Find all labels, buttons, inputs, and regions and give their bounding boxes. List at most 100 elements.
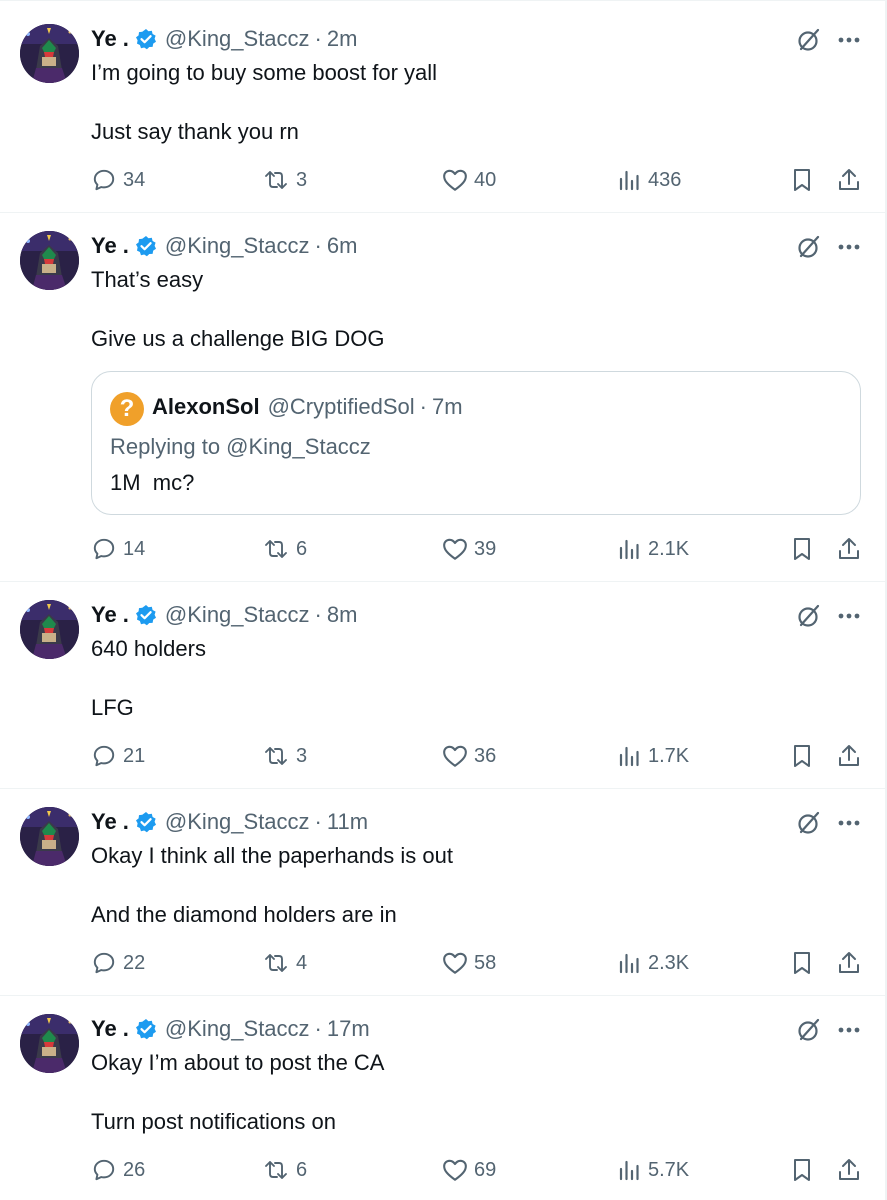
quoted-avatar: ? [110,392,144,426]
separator-dot: · [314,1016,322,1041]
quoted-author-handle: @CryptifiedSol [267,394,415,419]
like-button[interactable]: 39 [442,534,496,564]
tweet[interactable]: Ye . @King_Staccz · 11m Okay I think all… [0,789,885,996]
timestamp[interactable]: 2m [327,26,358,52]
quoted-text: 1M mc? [110,470,195,495]
quoted-header: AlexonSol @CryptifiedSol · 7m [152,394,463,420]
repost-count: 3 [296,168,308,191]
more-icon[interactable] [835,602,863,630]
author-handle[interactable]: @King_Staccz [165,233,310,259]
repost-button[interactable]: 6 [262,1155,307,1185]
tweet[interactable]: Ye . @King_Staccz · 17m Okay I’m about t… [0,996,885,1200]
reply-button[interactable]: 14 [91,534,145,564]
author-handle[interactable]: @King_Staccz [165,1016,310,1042]
more-icon[interactable] [835,233,863,261]
quoted-timestamp: 7m [431,394,463,419]
verified-badge-icon [135,28,157,50]
tweet[interactable]: Ye . @King_Staccz · 8m 640 holders LFG 2… [0,582,885,789]
reply-button[interactable]: 22 [91,948,145,978]
tweet[interactable]: Ye . @King_Staccz · 6m That’s easy Give … [0,213,885,582]
reply-count: 34 [123,168,146,191]
like-button[interactable]: 36 [442,741,496,771]
author-handle[interactable]: @King_Staccz [165,809,310,835]
avatar[interactable] [20,231,79,290]
like-count: 40 [474,168,497,191]
views-button[interactable]: 5.7K [618,1155,689,1185]
more-icon[interactable] [835,26,863,54]
author-name[interactable]: Ye . [91,26,129,52]
like-button[interactable]: 40 [442,165,496,195]
like-button[interactable]: 58 [442,948,496,978]
verified-badge-icon [135,235,157,257]
bookmark-button[interactable] [791,948,819,978]
more-icon[interactable] [835,809,863,837]
author-handle[interactable]: @King_Staccz [165,602,310,628]
repost-count: 6 [296,1158,308,1181]
avatar[interactable] [20,600,79,659]
tweet-text: Just say thank you rn [91,119,299,144]
share-button[interactable] [836,534,868,564]
views-count: 436 [648,168,682,191]
grok-icon[interactable] [795,602,823,630]
bookmark-button[interactable] [791,165,819,195]
share-button[interactable] [836,1155,868,1185]
tweet-text: 640 holders [91,636,206,661]
timestamp[interactable]: 11m [327,809,368,835]
author-name[interactable]: Ye . [91,233,129,259]
verified-badge-icon [135,1018,157,1040]
more-icon[interactable] [835,1016,863,1044]
repost-button[interactable]: 6 [262,534,307,564]
avatar[interactable] [20,807,79,866]
grok-icon[interactable] [795,233,823,261]
separator-dot: · [314,809,322,834]
timestamp[interactable]: 8m [327,602,358,628]
bookmark-button[interactable] [791,1155,819,1185]
views-count: 1.7K [648,744,690,767]
quoted-tweet[interactable]: ? AlexonSol @CryptifiedSol · 7m Replying… [91,371,861,515]
timestamp[interactable]: 6m [327,233,358,259]
like-count: 69 [474,1158,497,1181]
tweet-text: That’s easy [91,267,204,292]
repost-count: 4 [296,951,308,974]
tweet[interactable]: Ye . @King_Staccz · 2m I’m going to buy … [0,6,885,213]
views-button[interactable]: 2.3K [618,948,689,978]
grok-icon[interactable] [795,26,823,54]
grok-icon[interactable] [795,1016,823,1044]
views-button[interactable]: 2.1K [618,534,689,564]
reply-button[interactable]: 21 [91,741,145,771]
like-button[interactable]: 69 [442,1155,496,1185]
top-divider [0,0,887,1]
share-button[interactable] [836,741,868,771]
bookmark-button[interactable] [791,534,819,564]
timestamp[interactable]: 17m [327,1016,370,1042]
verified-badge-icon [135,811,157,833]
views-button[interactable]: 1.7K [618,741,689,771]
reply-button[interactable]: 26 [91,1155,145,1185]
author-name[interactable]: Ye . [91,602,129,628]
grok-icon[interactable] [795,809,823,837]
separator-dot: · [314,602,322,627]
tweet-text: Give us a challenge BIG DOG [91,326,385,351]
reply-button[interactable]: 34 [91,165,145,195]
views-button[interactable]: 436 [618,165,681,195]
author-name[interactable]: Ye . [91,809,129,835]
action-bar: 34 3 40 436 [91,165,866,195]
tweet-text: Turn post notifications on [91,1109,336,1134]
share-button[interactable] [836,948,868,978]
tweet-header: Ye . @King_Staccz · 8m [91,600,357,630]
avatar[interactable] [20,1014,79,1073]
repost-button[interactable]: 4 [262,948,307,978]
tweet-header: Ye . @King_Staccz · 6m [91,231,357,261]
author-handle[interactable]: @King_Staccz [165,26,310,52]
share-button[interactable] [836,165,868,195]
avatar[interactable] [20,24,79,83]
reply-count: 26 [123,1158,146,1181]
bookmark-button[interactable] [791,741,819,771]
action-bar: 14 6 39 2.1K [91,534,866,564]
repost-button[interactable]: 3 [262,741,307,771]
author-name[interactable]: Ye . [91,1016,129,1042]
replying-to: Replying to @King_Staccz [110,434,371,459]
repost-button[interactable]: 3 [262,165,307,195]
timeline: Ye . @King_Staccz · 2m I’m going to buy … [0,0,887,1200]
reply-count: 22 [123,951,146,974]
